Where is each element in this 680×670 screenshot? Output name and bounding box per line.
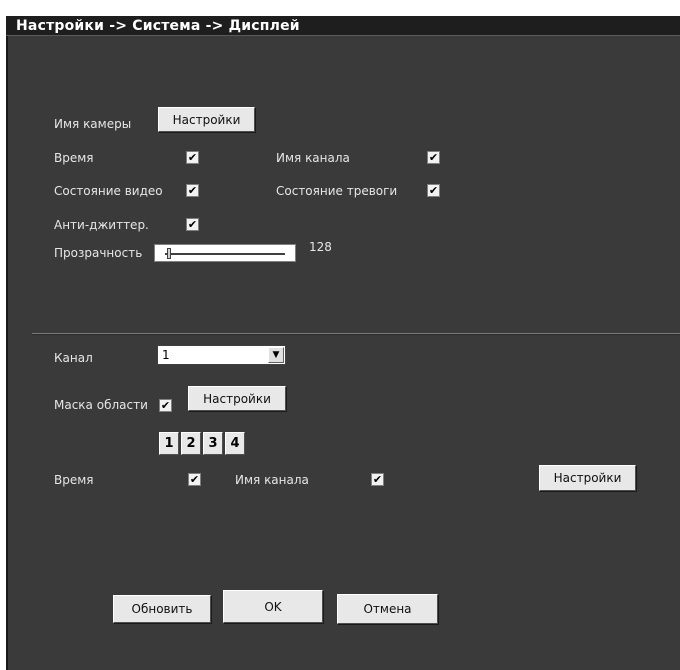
area-mask-checkbox[interactable]: ✔ (159, 399, 172, 412)
checkmark-icon: ✔ (187, 184, 198, 197)
window-title: Настройки -> Система -> Дисплей (16, 18, 300, 34)
video-state-checkbox[interactable]: ✔ (186, 184, 199, 197)
cancel-button[interactable]: Отмена (337, 594, 438, 624)
checkmark-icon: ✔ (428, 151, 439, 164)
area-tab-1[interactable]: 1 (159, 432, 179, 455)
settings-window (6, 16, 680, 670)
section-divider (32, 333, 680, 335)
area-mask-label: Маска области (54, 398, 148, 412)
channel-select[interactable]: 1 ▼ (157, 345, 286, 365)
checkmark-icon: ✔ (160, 399, 171, 412)
time-checkbox[interactable]: ✔ (186, 151, 199, 164)
checkmark-icon: ✔ (189, 473, 200, 486)
channel-channel-name-checkbox[interactable]: ✔ (371, 473, 384, 486)
channel-name-checkbox[interactable]: ✔ (427, 151, 440, 164)
slider-thumb[interactable] (167, 248, 171, 259)
channel-channel-name-label: Имя канала (235, 473, 309, 487)
channel-time-label: Время (54, 473, 94, 487)
checkmark-icon: ✔ (428, 184, 439, 197)
video-state-label: Состояние видео (54, 184, 163, 198)
checkmark-icon: ✔ (187, 218, 198, 231)
time-label: Время (54, 151, 94, 165)
camera-name-settings-button[interactable]: Настройки (158, 107, 255, 132)
channel-label: Канал (54, 351, 93, 365)
slider-track (165, 253, 285, 255)
channel-time-checkbox[interactable]: ✔ (188, 473, 201, 486)
area-mask-settings-button[interactable]: Настройки (188, 386, 286, 411)
anti-jitter-label: Анти-джиттер. (54, 218, 149, 232)
channel-select-value: 1 (162, 348, 170, 362)
camera-name-label: Имя камеры (54, 117, 132, 131)
checkmark-icon: ✔ (372, 473, 383, 486)
area-tab-4[interactable]: 4 (225, 432, 245, 455)
title-bar: Настройки -> Система -> Дисплей (6, 16, 680, 36)
transparency-value: 128 (309, 240, 332, 254)
channel-name-label: Имя канала (276, 151, 350, 165)
refresh-button[interactable]: Обновить (113, 595, 211, 623)
area-tab-2[interactable]: 2 (181, 432, 201, 455)
channel-settings-button[interactable]: Настройки (539, 465, 636, 491)
transparency-label: Прозрачность (54, 246, 143, 260)
alarm-state-checkbox[interactable]: ✔ (427, 184, 440, 197)
alarm-state-label: Состояние тревоги (276, 184, 398, 198)
checkmark-icon: ✔ (187, 151, 198, 164)
ok-button[interactable]: OK (223, 590, 323, 623)
area-tab-3[interactable]: 3 (203, 432, 223, 455)
transparency-slider[interactable] (154, 244, 296, 262)
anti-jitter-checkbox[interactable]: ✔ (186, 218, 199, 231)
chevron-down-icon[interactable]: ▼ (268, 347, 284, 363)
